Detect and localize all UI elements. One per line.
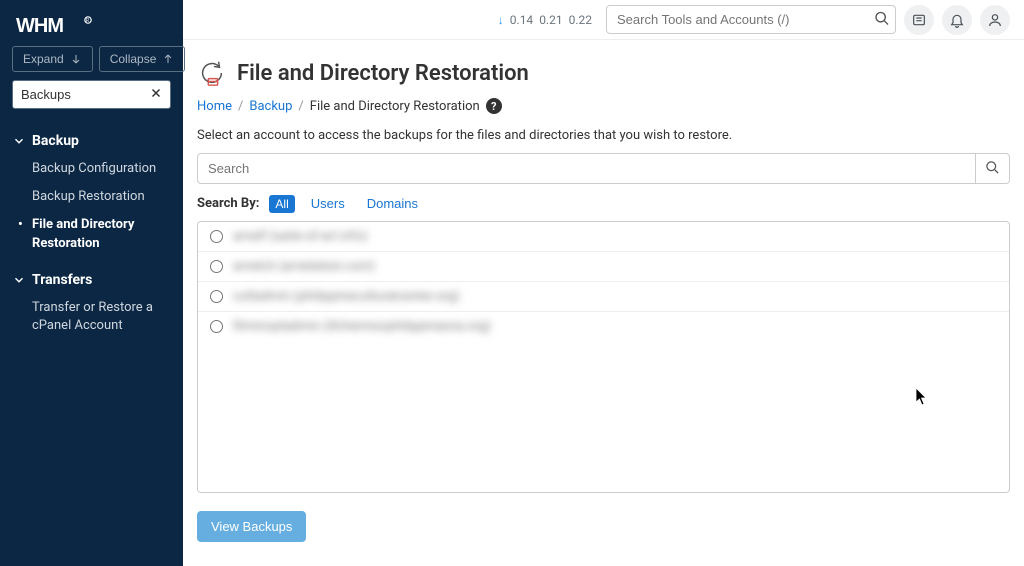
sidebar: WHM R Expand Collapse Backu <box>0 0 183 566</box>
expand-label: Expand <box>23 52 64 66</box>
sidebar-nav: Backup Backup Configuration Backup Resto… <box>0 121 183 566</box>
news-button[interactable] <box>904 5 934 35</box>
account-label: filminoptadmin (illchemisophilippinasna.… <box>233 319 491 334</box>
search-by-label: Search By: <box>197 196 259 211</box>
page-description: Select an account to access the backups … <box>197 128 1010 143</box>
svg-text:R: R <box>86 18 89 24</box>
top-search-button[interactable] <box>874 10 890 29</box>
whm-logo: WHM R <box>0 0 183 46</box>
user-icon <box>987 12 1003 28</box>
account-radio[interactable] <box>210 320 223 333</box>
bell-icon <box>949 12 965 28</box>
account-radio[interactable] <box>210 230 223 243</box>
account-search-input[interactable] <box>197 153 976 184</box>
page-title: File and Directory Restoration <box>237 61 529 86</box>
load-5m: 0.21 <box>539 13 562 27</box>
search-icon <box>985 160 1000 175</box>
arrow-down-icon: ↓ <box>498 13 504 27</box>
sidebar-group-backup-items: Backup Configuration Backup Restoration … <box>0 155 183 258</box>
arrow-up-icon <box>162 53 174 65</box>
account-label: arnelch (arnelatest.com) <box>233 259 375 274</box>
breadcrumb-backup[interactable]: Backup <box>249 99 292 114</box>
account-search-button[interactable] <box>976 153 1010 184</box>
load-15m: 0.22 <box>569 13 592 27</box>
account-row[interactable]: cultadmin (philippineculturalcenter.org) <box>198 282 1009 312</box>
content: File and Directory Restoration Home / Ba… <box>183 40 1024 562</box>
footer-actions: View Backups <box>197 511 1010 542</box>
chevron-down-icon <box>12 134 26 148</box>
account-row[interactable]: filminoptadmin (illchemisophilippinasna.… <box>198 312 1009 341</box>
view-backups-button[interactable]: View Backups <box>197 511 306 542</box>
sidebar-search-input[interactable] <box>12 80 171 109</box>
account-radio[interactable] <box>210 260 223 273</box>
sidebar-item-backup-restoration[interactable]: Backup Restoration <box>0 183 183 211</box>
news-icon <box>911 12 927 28</box>
help-icon[interactable]: ? <box>486 98 502 114</box>
sidebar-group-backup[interactable]: Backup <box>0 127 183 155</box>
topbar: ↓ 0.14 0.21 0.22 <box>183 0 1024 40</box>
account-label: arnelf (saite-of-art.info) <box>233 229 367 244</box>
filter-users[interactable]: Users <box>305 194 351 213</box>
restore-icon <box>197 58 227 88</box>
top-search-input[interactable] <box>606 5 896 34</box>
sidebar-search-wrap <box>0 80 183 121</box>
notifications-button[interactable] <box>942 5 972 35</box>
expand-all-button[interactable]: Expand <box>12 46 93 72</box>
app-root: WHM R Expand Collapse Backu <box>0 0 1024 566</box>
load-1m: 0.14 <box>510 13 533 27</box>
collapse-label: Collapse <box>110 52 157 66</box>
sidebar-item-file-directory-restoration[interactable]: File and Directory Restoration <box>0 211 183 257</box>
breadcrumb-current: File and Directory Restoration <box>310 99 480 114</box>
sidebar-item-transfer-restore[interactable]: Transfer or Restore a cPanel Account <box>0 294 183 340</box>
account-list: arnelf (saite-of-art.info) arnelch (arne… <box>197 221 1010 493</box>
sidebar-group-transfers[interactable]: Transfers <box>0 266 183 294</box>
breadcrumb: Home / Backup / File and Directory Resto… <box>197 98 1010 114</box>
breadcrumb-home[interactable]: Home <box>197 99 232 114</box>
sidebar-group-label: Backup <box>32 133 79 149</box>
main: ↓ 0.14 0.21 0.22 <box>183 0 1024 566</box>
filter-domains[interactable]: Domains <box>361 194 424 213</box>
account-row[interactable]: arnelf (saite-of-art.info) <box>198 222 1009 252</box>
breadcrumb-sep: / <box>238 99 243 114</box>
account-radio[interactable] <box>210 290 223 303</box>
filter-all[interactable]: All <box>269 195 294 213</box>
sidebar-group-transfers-items: Transfer or Restore a cPanel Account <box>0 294 183 340</box>
svg-text:WHM: WHM <box>16 15 63 36</box>
collapse-all-button[interactable]: Collapse <box>99 46 186 72</box>
top-search-wrap <box>606 5 896 34</box>
sidebar-item-backup-configuration[interactable]: Backup Configuration <box>0 155 183 183</box>
chevron-down-icon <box>12 273 26 287</box>
sidebar-controls: Expand Collapse <box>0 46 183 80</box>
clear-search-icon[interactable] <box>149 86 163 104</box>
arrow-down-icon <box>70 53 82 65</box>
load-average: ↓ 0.14 0.21 0.22 <box>498 13 592 27</box>
search-by-row: Search By: All Users Domains <box>197 194 1010 213</box>
sidebar-group-label: Transfers <box>32 272 92 288</box>
page-title-row: File and Directory Restoration <box>197 58 1010 88</box>
account-button[interactable] <box>980 5 1010 35</box>
account-row[interactable]: arnelch (arnelatest.com) <box>198 252 1009 282</box>
search-icon <box>874 10 890 26</box>
breadcrumb-sep: / <box>298 99 303 114</box>
account-search-row <box>197 153 1010 184</box>
account-label: cultadmin (philippineculturalcenter.org) <box>233 289 460 304</box>
